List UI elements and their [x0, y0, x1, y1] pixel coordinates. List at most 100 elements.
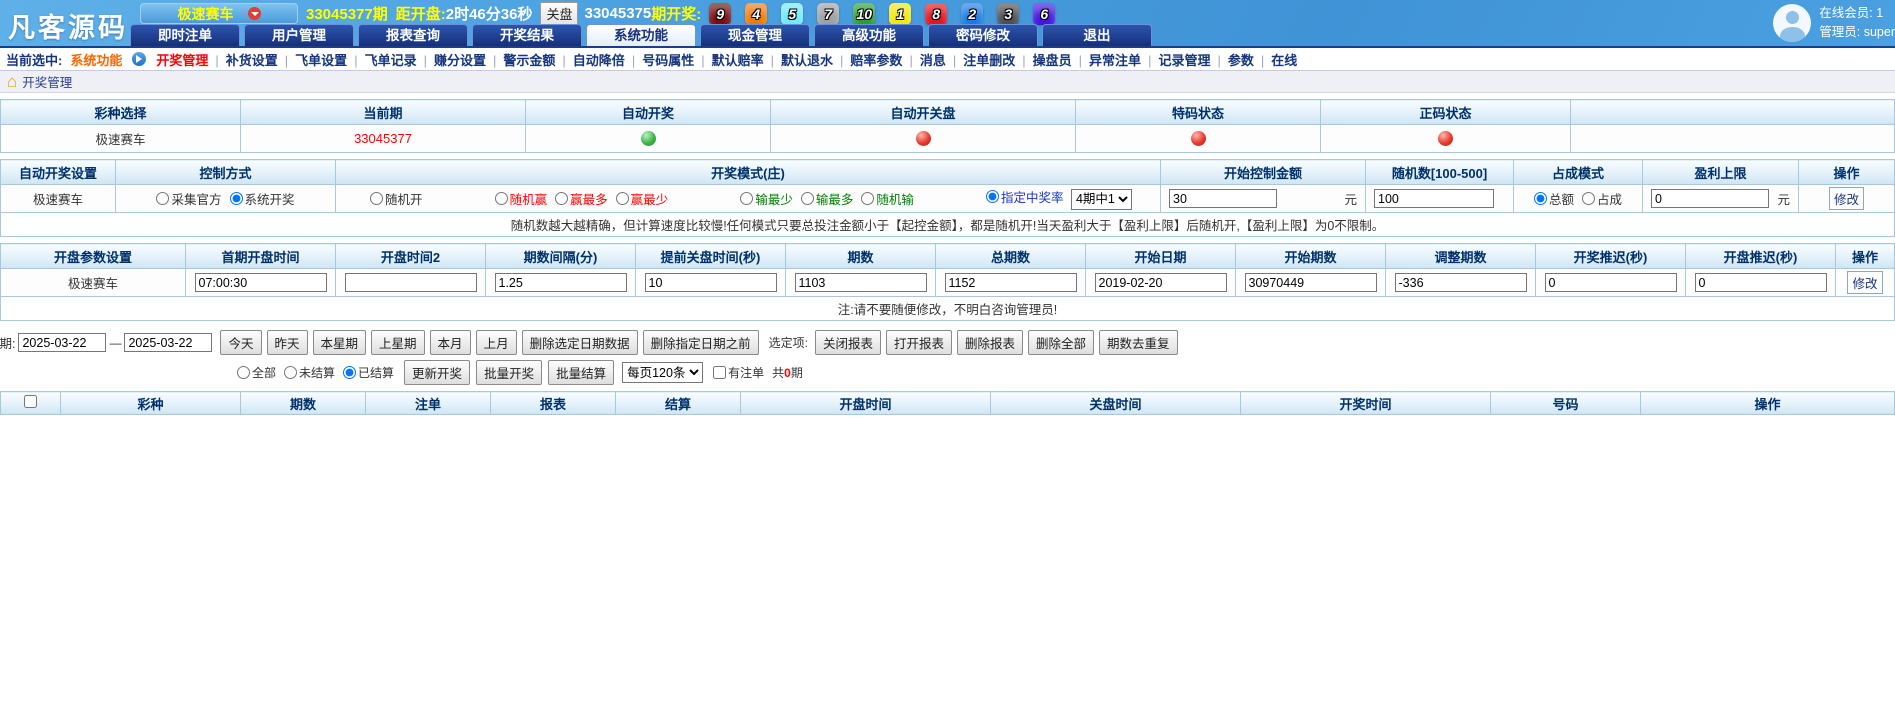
report-action-button[interactable]: 期数去重复 [1099, 330, 1178, 355]
mode-radio[interactable]: 输最多 [800, 189, 853, 208]
mode-radio[interactable]: 随机赢 [494, 189, 547, 208]
radio-input[interactable] [1533, 192, 1547, 205]
sub-nav-link[interactable]: 自动降倍 [573, 50, 642, 69]
batch-action-button[interactable]: 批量结算 [548, 360, 615, 385]
nav-tab[interactable]: 系统功能 [586, 24, 696, 46]
radio-input[interactable] [156, 192, 170, 205]
radio-input[interactable] [1582, 192, 1595, 205]
param-input[interactable] [1694, 273, 1827, 292]
sub-nav-link[interactable]: 飞单记录 [365, 50, 434, 69]
share-mode-radio[interactable]: 总额 [1533, 189, 1574, 208]
param-input[interactable] [1544, 273, 1677, 292]
param-input[interactable] [944, 273, 1077, 292]
param-input[interactable] [644, 273, 777, 292]
date-filter-button[interactable]: 上星期 [371, 330, 425, 355]
select-all-checkbox[interactable] [24, 395, 37, 408]
sub-nav-link[interactable]: 赚分设置 [434, 50, 503, 69]
share-mode-radio[interactable]: 占成 [1582, 189, 1622, 208]
date-to-input[interactable] [124, 333, 213, 352]
date-filter-button[interactable]: 上月 [475, 330, 517, 355]
modify-button[interactable]: 修改 [1847, 271, 1883, 294]
sub-nav-link[interactable]: 开奖管理 [156, 50, 225, 69]
radio-input[interactable] [985, 190, 999, 204]
radio-input[interactable] [800, 192, 814, 205]
control-mode-radio[interactable]: 采集官方 [156, 189, 222, 208]
mode-radio[interactable]: 随机开 [370, 189, 423, 208]
sub-nav-link[interactable]: 赔率参数 [850, 50, 919, 69]
settle-status-radio[interactable]: 已结算 [343, 364, 394, 381]
param-input[interactable] [1394, 273, 1527, 292]
modify-button[interactable]: 修改 [1828, 187, 1864, 210]
sub-nav-link[interactable]: 消息 [920, 50, 963, 69]
sub-nav-link[interactable]: 异常注单 [1089, 50, 1158, 69]
report-action-button[interactable]: 打开报表 [885, 330, 952, 355]
share-mode-radios: 总额 占成 [1530, 192, 1626, 208]
report-action-button[interactable]: 关闭报表 [814, 330, 881, 355]
close-gate-button[interactable]: 关盘 [540, 2, 579, 25]
param-input[interactable] [1244, 273, 1377, 292]
nav-tab[interactable]: 现金管理 [700, 24, 810, 46]
date-filter-button[interactable]: 本月 [429, 330, 471, 355]
radio-input[interactable] [229, 192, 243, 205]
sub-nav-link[interactable]: 操盘员 [1033, 50, 1089, 69]
date-filter-button[interactable]: 删除指定日期之前 [642, 330, 759, 355]
sub-nav-link[interactable]: 默认退水 [781, 50, 850, 69]
nav-tab[interactable]: 即时注单 [130, 24, 240, 46]
param-input[interactable] [1094, 273, 1227, 292]
report-action-button[interactable]: 删除报表 [956, 330, 1023, 355]
sub-nav-link[interactable]: 注单删改 [963, 50, 1032, 69]
radio-input[interactable] [284, 365, 298, 379]
lottery-select-button[interactable]: 极速赛车 [140, 3, 298, 24]
mode-radio[interactable]: 随机输 [861, 189, 914, 208]
nav-tab[interactable]: 用户管理 [244, 24, 354, 46]
radio-input[interactable] [343, 365, 357, 379]
checkbox-input[interactable] [713, 366, 727, 379]
profit-limit-input[interactable] [1651, 189, 1769, 208]
radio-input[interactable] [237, 365, 250, 379]
sub-nav-link[interactable]: 号码属性 [642, 50, 711, 69]
radio-input[interactable] [861, 192, 875, 205]
nav-tab[interactable]: 退出 [1042, 24, 1152, 46]
nav-tab[interactable]: 开奖结果 [472, 24, 582, 46]
batch-action-button[interactable]: 更新开奖 [404, 360, 471, 385]
radio-input[interactable] [615, 192, 629, 205]
win-rate-radio[interactable]: 指定中奖率 [985, 187, 1064, 206]
radio-input[interactable] [555, 192, 569, 205]
mode-radio[interactable]: 赢最少 [615, 189, 668, 208]
param-input[interactable] [794, 273, 927, 292]
nav-tab[interactable]: 报表查询 [358, 24, 468, 46]
start-amount-input[interactable] [1169, 189, 1277, 208]
date-label: 日期: [0, 337, 16, 351]
sub-nav-link[interactable]: 默认赔率 [712, 50, 781, 69]
radio-input[interactable] [370, 192, 383, 205]
date-from-input[interactable] [18, 333, 107, 352]
nav-tab[interactable]: 密码修改 [928, 24, 1038, 46]
sub-nav-link[interactable]: 记录管理 [1158, 50, 1227, 69]
sub-nav-link[interactable]: 飞单设置 [295, 50, 364, 69]
sub-nav-link[interactable]: 参数 [1228, 50, 1271, 69]
sub-nav-link[interactable]: 补货设置 [226, 50, 295, 69]
date-filter-button[interactable]: 昨天 [266, 330, 308, 355]
mode-radio[interactable]: 赢最多 [555, 189, 608, 208]
param-input[interactable] [494, 273, 627, 292]
date-filter-button[interactable]: 今天 [220, 330, 262, 355]
param-input[interactable] [344, 273, 477, 292]
mode-radio[interactable]: 输最少 [740, 189, 793, 208]
control-mode-radio[interactable]: 系统开奖 [229, 189, 295, 208]
sub-nav-link[interactable]: 在线 [1271, 50, 1297, 69]
date-filter-button[interactable]: 删除选定日期数据 [521, 330, 638, 355]
settle-status-radio[interactable]: 未结算 [284, 364, 335, 381]
sub-nav-link[interactable]: 警示金额 [503, 50, 572, 69]
has-bets-checkbox[interactable]: 有注单 [713, 364, 764, 381]
win-rate-select[interactable]: 4期中1 [1070, 188, 1132, 210]
param-input[interactable] [194, 273, 327, 292]
settle-status-radio[interactable]: 全部 [237, 364, 276, 381]
nav-tab[interactable]: 高级功能 [814, 24, 924, 46]
page-size-select[interactable]: 每页120条 [622, 362, 704, 383]
batch-action-button[interactable]: 批量开奖 [476, 360, 543, 385]
radio-input[interactable] [494, 192, 508, 205]
random-number-input[interactable] [1374, 189, 1494, 208]
report-action-button[interactable]: 删除全部 [1028, 330, 1095, 355]
date-filter-button[interactable]: 本星期 [312, 330, 367, 355]
radio-input[interactable] [740, 192, 754, 205]
